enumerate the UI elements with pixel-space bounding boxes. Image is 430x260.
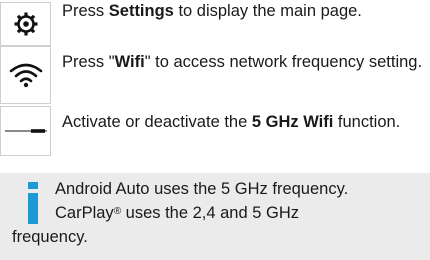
note-line-carplay: CarPlay® uses the 2,4 and 5 GHz — [55, 204, 300, 222]
step-settings-text: Press Settings to display the main page. — [62, 2, 362, 20]
wifi-icon — [9, 63, 42, 88]
step-5ghz-text: Activate or deactivate the 5 GHz Wifi fu… — [62, 113, 401, 131]
wifi-label: Wifi — [114, 53, 145, 71]
toggle-switch-icon — [4, 129, 47, 133]
note-line-frequency: frequency. — [12, 228, 88, 246]
note-line-android: Android Auto uses the 5 GHz frequency. — [55, 180, 349, 198]
settings-label: Settings — [108, 2, 174, 20]
step-settings: Press Settings to display the main page. — [0, 0, 430, 46]
step-wifi-text: Press "Wifi" to access network frequency… — [62, 53, 423, 71]
settings-icon-box — [0, 2, 51, 46]
step-wifi: Press "Wifi" to access network frequency… — [0, 46, 430, 106]
step-5ghz: Activate or deactivate the 5 GHz Wifi fu… — [0, 106, 430, 156]
toggle-icon-box — [0, 106, 51, 156]
settings-gear-icon — [14, 12, 37, 36]
5ghz-wifi-label: 5 GHz Wifi — [251, 113, 334, 131]
info-note: Android Auto uses the 5 GHz frequency. C… — [0, 173, 430, 260]
info-note-text: Android Auto uses the 5 GHz frequency. C… — [0, 177, 420, 249]
wifi-icon-box — [0, 46, 51, 104]
